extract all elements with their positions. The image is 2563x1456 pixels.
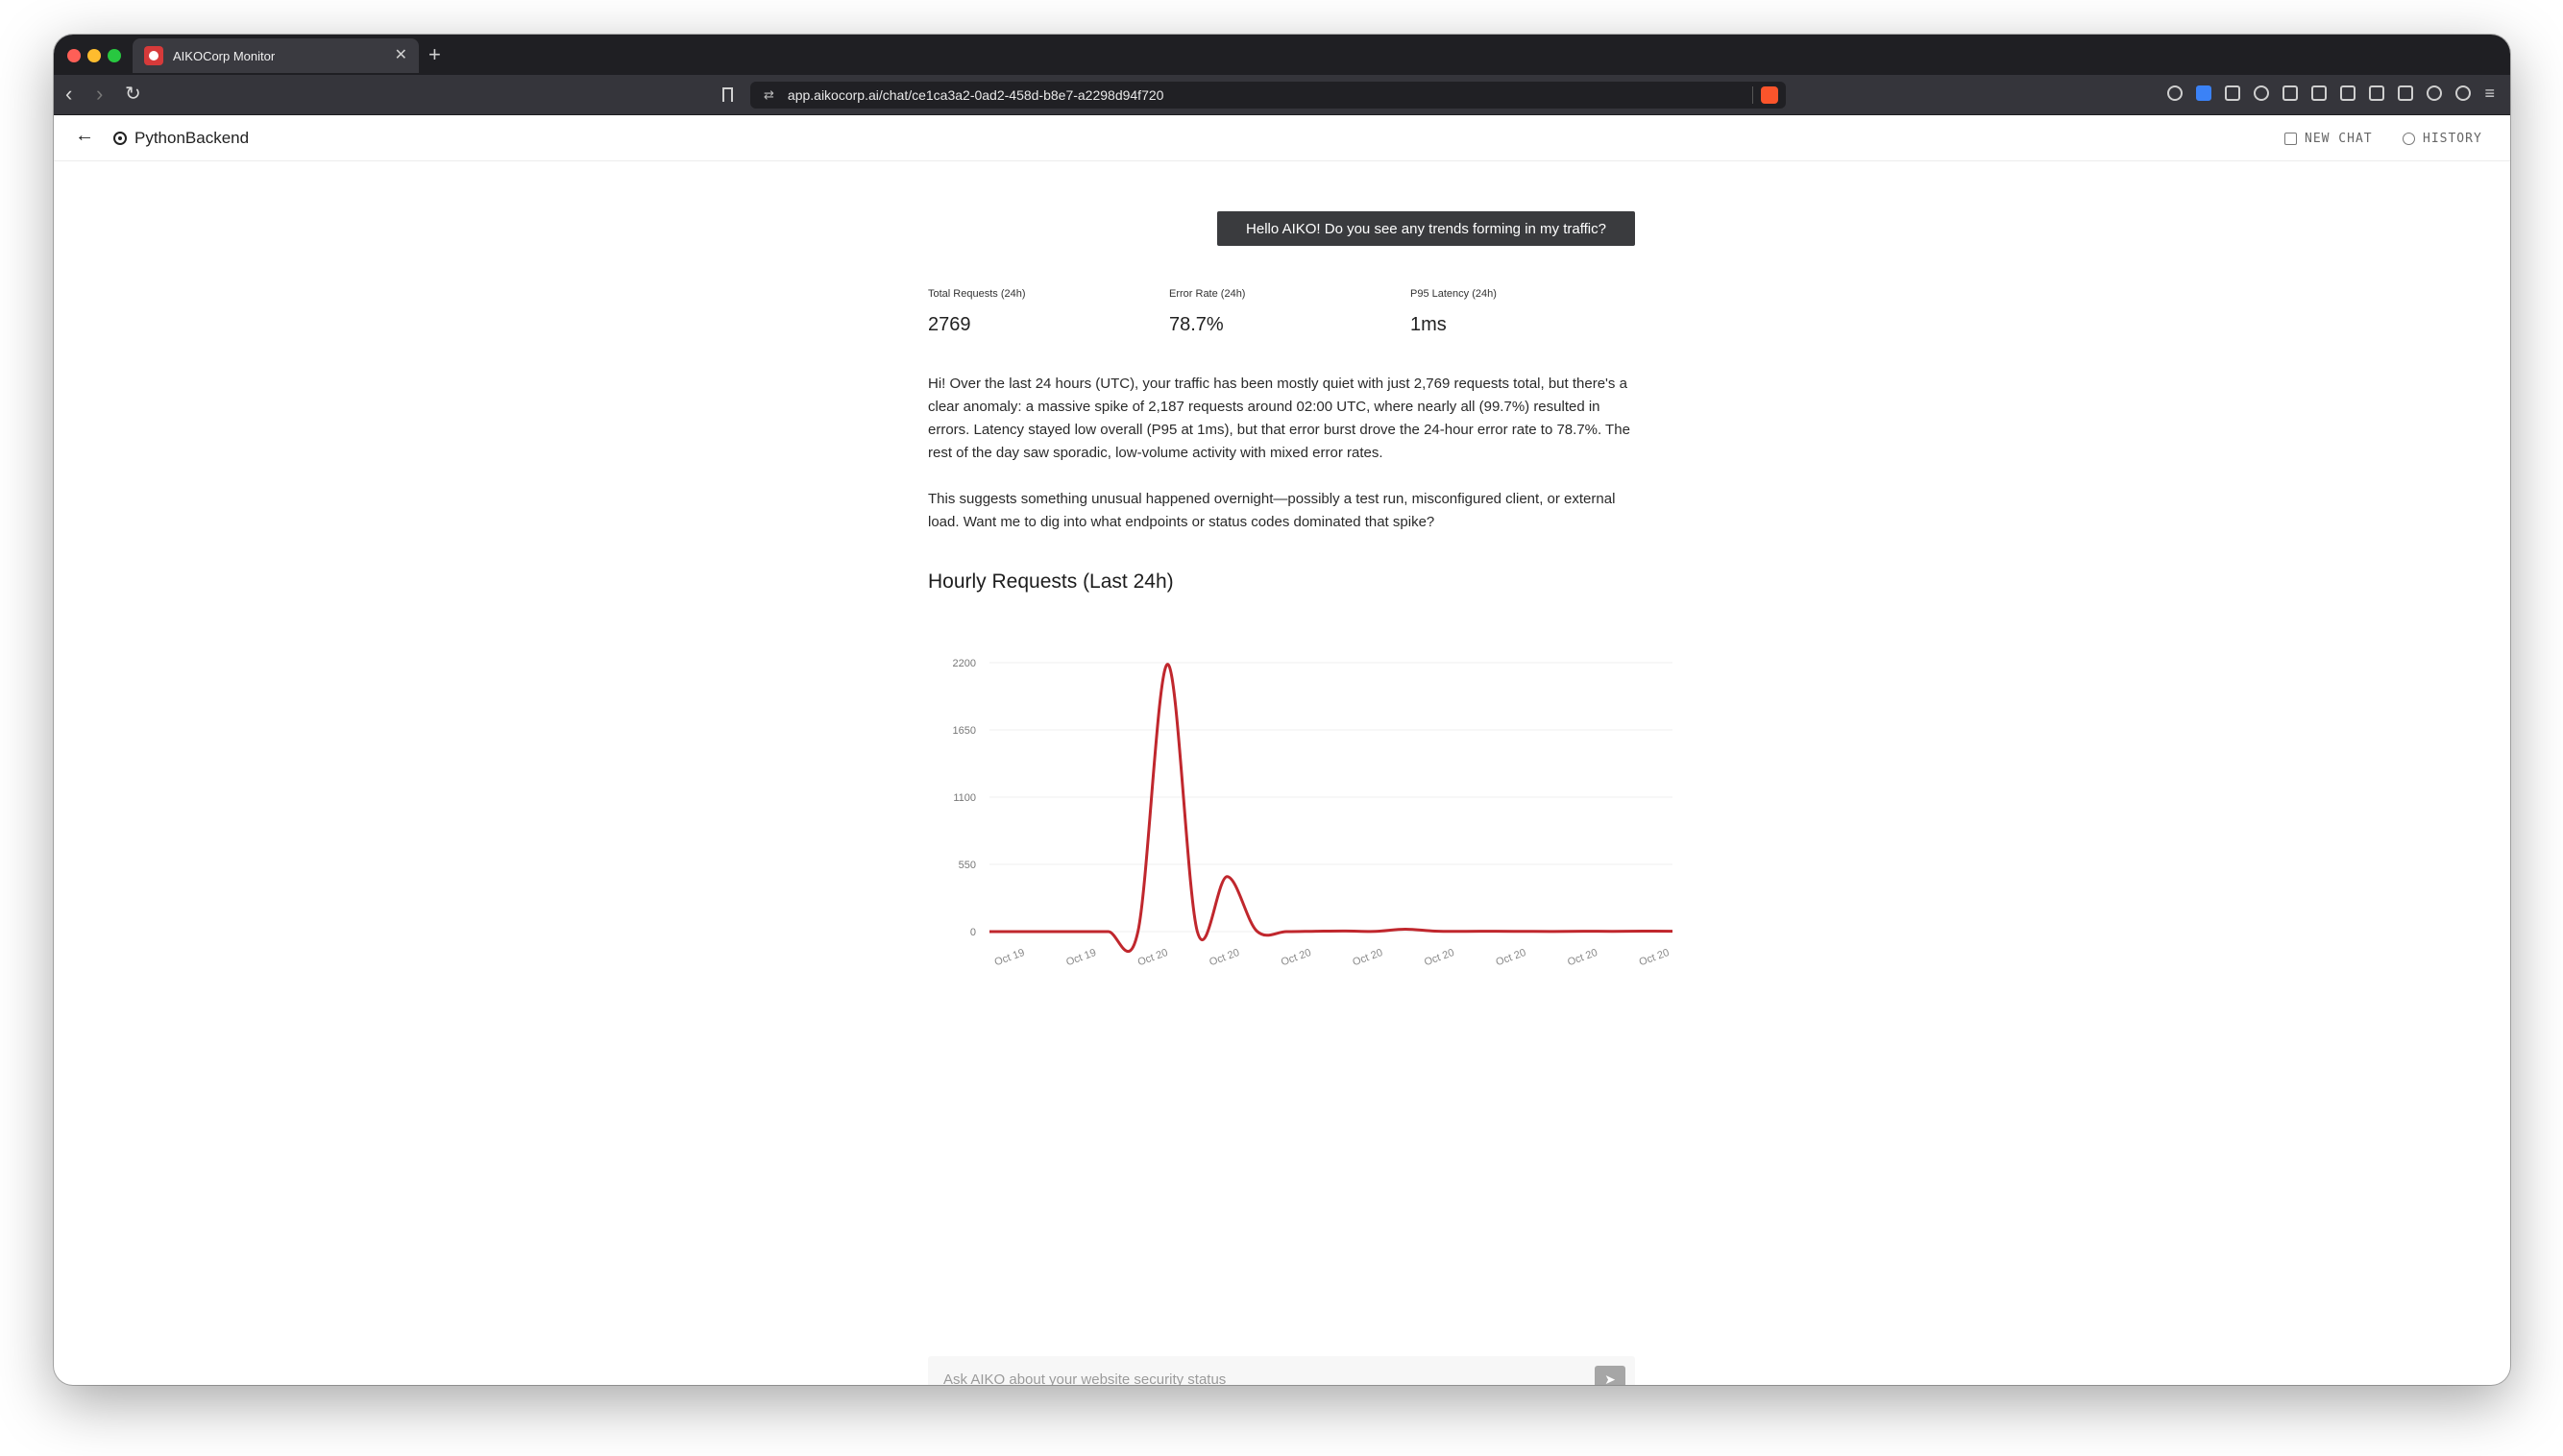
shield-icon[interactable]: [2254, 85, 2270, 101]
extension-icons: ≡: [2167, 85, 2495, 102]
y-tick-label: 0: [970, 927, 976, 938]
assistant-message-paragraph: This suggests something unusual happened…: [928, 491, 1616, 530]
stat-label: Error Rate (24h): [1169, 288, 1246, 300]
stat-value: 2769: [928, 314, 971, 335]
new-chat-icon: [2284, 133, 2297, 145]
stat-label: P95 Latency (24h): [1410, 288, 1497, 300]
screenshot-icon[interactable]: [2340, 85, 2356, 101]
x-tick-label: Oct 19: [1064, 947, 1098, 968]
x-tick-label: Oct 20: [1423, 947, 1456, 968]
app-header: ← PythonBackend NEW CHAT HISTORY: [54, 115, 2510, 161]
minimize-window-button[interactable]: [87, 49, 101, 62]
tab-close-icon[interactable]: ✕: [395, 48, 407, 63]
wallet-icon[interactable]: [2398, 85, 2414, 101]
x-tick-label: Oct 20: [1136, 947, 1170, 968]
user-message: Hello AIKO! Do you see any trends formin…: [1217, 211, 1635, 246]
leo-ai-icon[interactable]: [2427, 85, 2443, 101]
assistant-message-paragraph: Hi! Over the last 24 hours (UTC), your t…: [928, 376, 1630, 461]
new-chat-button[interactable]: NEW CHAT: [2284, 132, 2373, 146]
chart-title: Hourly Requests (Last 24h): [928, 570, 1174, 593]
url-divider: [1752, 86, 1753, 104]
history-label: HISTORY: [2423, 132, 2482, 146]
bitwarden-icon[interactable]: [2196, 85, 2212, 101]
x-tick-label: Oct 20: [1495, 947, 1528, 968]
sidebar-icon[interactable]: [2369, 85, 2385, 101]
extension-ai-icon[interactable]: [2225, 85, 2241, 101]
y-tick-label: 1100: [953, 792, 976, 804]
x-tick-label: Oct 20: [1351, 947, 1384, 968]
stat-value: 78.7%: [1169, 314, 1224, 335]
new-chat-label: NEW CHAT: [2305, 132, 2373, 146]
brave-shields-icon[interactable]: [1761, 86, 1778, 104]
puzzle-icon[interactable]: [2311, 85, 2328, 101]
aiko-favicon-icon: [144, 46, 163, 65]
bookmark-icon[interactable]: [722, 87, 733, 102]
stats-row: Total Requests (24h) 2769 Error Rate (24…: [928, 288, 1635, 346]
hourly-requests-chart: 0 550 1100 1650 2200 Oct 19 Oct 19 Oct 20 Oct 20…: [928, 613, 1687, 968]
url-text[interactable]: app.aikocorp.ai/chat/ce1ca3a2-0ad2-458d-…: [788, 87, 1164, 103]
menu-icon[interactable]: ≡: [2484, 85, 2495, 102]
active-tab[interactable]: AIKOCorp Monitor ✕: [133, 38, 419, 73]
stat-total-requests: Total Requests (24h) 2769: [928, 288, 1026, 336]
x-tick-label: Oct 20: [1566, 947, 1599, 968]
chat-input-container: ➤: [928, 1356, 1635, 1385]
download-icon[interactable]: [2282, 85, 2299, 101]
address-bar[interactable]: ⇄ app.aikocorp.ai/chat/ce1ca3a2-0ad2-458…: [750, 82, 1786, 109]
chat-area: Hello AIKO! Do you see any trends formin…: [54, 161, 2510, 1385]
y-tick-label: 550: [959, 860, 976, 871]
chat-input[interactable]: [928, 1356, 1581, 1385]
stat-label: Total Requests (24h): [928, 288, 1026, 300]
site-settings-icon[interactable]: ⇄: [764, 87, 774, 103]
x-tick-label: Oct 20: [1638, 947, 1672, 968]
back-icon[interactable]: ‹: [65, 81, 72, 108]
back-arrow-icon[interactable]: ←: [75, 125, 94, 147]
x-tick-label: Oct 20: [1208, 947, 1241, 968]
requests-series-line: [989, 663, 1673, 953]
reload-icon[interactable]: ↻: [125, 81, 141, 108]
incognito-icon[interactable]: [2167, 85, 2184, 101]
browser-window: AIKOCorp Monitor ✕ + ‹ › ↻ ⇄ app.aikocor…: [54, 35, 2510, 1385]
forward-icon[interactable]: ›: [96, 81, 103, 108]
stat-error-rate: Error Rate (24h) 78.7%: [1169, 288, 1245, 336]
project-icon: [113, 132, 127, 145]
send-icon: ➤: [1604, 1371, 1616, 1386]
tab-bar: AIKOCorp Monitor ✕ +: [54, 35, 2510, 75]
y-tick-label: 2200: [953, 658, 976, 669]
x-tick-label: Oct 20: [1280, 947, 1313, 968]
x-tick-label: Oct 19: [993, 947, 1027, 968]
vpn-icon[interactable]: [2455, 85, 2472, 101]
history-button[interactable]: HISTORY: [2403, 132, 2482, 146]
stat-value: 1ms: [1410, 314, 1447, 335]
y-tick-label: 1650: [953, 725, 976, 737]
chart-svg: 0 550 1100 1650 2200 Oct 19 Oct 19 Oct 20 Oct 20…: [953, 658, 1673, 968]
send-button[interactable]: ➤: [1595, 1366, 1625, 1385]
project-title: PythonBackend: [134, 129, 250, 147]
history-icon: [2403, 133, 2415, 145]
browser-toolbar: ‹ › ↻ ⇄ app.aikocorp.ai/chat/ce1ca3a2-0a…: [54, 75, 2510, 115]
close-window-button[interactable]: [67, 49, 81, 62]
tab-title: AIKOCorp Monitor: [173, 48, 276, 63]
stat-p95-latency: P95 Latency (24h) 1ms: [1410, 288, 1497, 336]
new-tab-button[interactable]: +: [428, 42, 441, 67]
maximize-window-button[interactable]: [108, 49, 121, 62]
